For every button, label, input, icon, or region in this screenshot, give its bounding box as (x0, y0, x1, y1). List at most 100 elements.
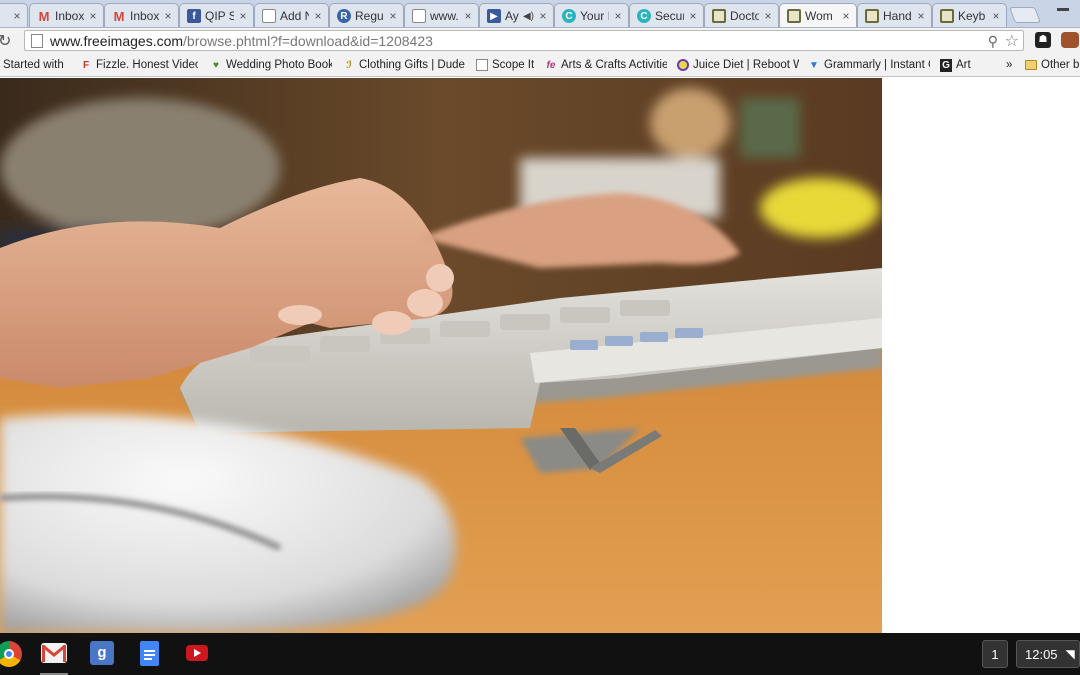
bookmark-other-bookmarks[interactable]: Other b (1025, 57, 1080, 73)
bookmark-scope-it[interactable]: Scope It (476, 57, 538, 73)
minimize-icon[interactable] (1057, 8, 1069, 11)
close-icon[interactable]: × (462, 9, 474, 23)
folder-icon (1025, 60, 1037, 70)
tab-0[interactable]: × (0, 3, 28, 27)
tab-title: Inbox (55, 9, 84, 23)
tab-title: Wom (805, 9, 833, 23)
url-text: www.freeimages.com/browse.phtml?f=downlo… (50, 33, 433, 49)
owl-extension-icon[interactable]: ☗ (1035, 32, 1051, 48)
clock-text: 12:05 (1025, 646, 1058, 662)
close-icon[interactable]: × (612, 9, 624, 23)
url-host: www.freeimages.com (50, 32, 184, 49)
close-icon[interactable]: × (762, 9, 774, 23)
notification-count-badge[interactable]: 1 (982, 640, 1008, 668)
bookmark-art[interactable]: G Art (940, 57, 980, 73)
gmail-icon[interactable] (41, 643, 67, 663)
stock-photo-hands-typing-keyboard[interactable] (0, 78, 882, 633)
tab-ay[interactable]: ▶ Ay ◀) × (479, 3, 554, 27)
address-bar[interactable]: www.freeimages.com/browse.phtml?f=downlo… (24, 30, 1024, 51)
tab-title: Keyb (958, 9, 986, 23)
tab-wom-active[interactable]: Wom × (779, 3, 857, 27)
close-icon[interactable]: × (687, 9, 699, 23)
close-icon[interactable]: × (387, 9, 399, 23)
tab-title: Ay (505, 9, 519, 23)
new-tab-button[interactable] (1009, 7, 1041, 23)
google-plus-icon[interactable]: g (90, 641, 114, 665)
close-icon[interactable]: × (840, 9, 852, 23)
bookmark-label: Clothing Gifts | Dude (359, 59, 465, 71)
tab-title: Add N (280, 9, 309, 23)
tab-title: Regul (355, 9, 384, 23)
facebook-icon: f (187, 9, 201, 23)
chrome-icon[interactable] (0, 641, 22, 667)
g-icon: G (940, 58, 952, 72)
bookmark-label: » (1006, 59, 1013, 71)
c-icon: C (637, 9, 651, 23)
bookmark-star-icon[interactable]: ☆ (1005, 31, 1019, 51)
bookmark-started-with[interactable]: Started with (3, 57, 69, 73)
tab-qip[interactable]: f QIP S × (179, 3, 254, 27)
bookmark-label: Started with (3, 59, 64, 71)
bookmark-label: Grammarly | Instant G (824, 59, 930, 71)
close-icon[interactable]: × (537, 9, 549, 23)
tab-secur[interactable]: C Secur × (629, 3, 704, 27)
bookmark-label: Art (956, 59, 971, 71)
clothing-icon: ℐ (346, 59, 352, 71)
tab-add[interactable]: Add N × (254, 3, 329, 27)
close-icon[interactable]: × (915, 9, 927, 23)
bookmark-juice-diet[interactable]: Juice Diet | Reboot W (677, 57, 799, 73)
reload-icon[interactable]: ↻ (0, 31, 11, 51)
close-icon[interactable]: × (237, 9, 249, 23)
bookmarks-overflow-chevron[interactable]: » (1006, 57, 1018, 73)
status-tray[interactable]: 12:05 ◥ (1016, 640, 1080, 668)
docs-icon[interactable] (140, 641, 159, 666)
tab-docto[interactable]: Docto × (704, 3, 779, 27)
wedding-icon: ♥ (213, 59, 219, 71)
bookmark-label: Fizzle. Honest Video (96, 59, 198, 71)
tab-keyb[interactable]: Keyb × (932, 3, 1007, 27)
regulator-icon: R (337, 9, 351, 23)
browser-toolbar: ↻ www.freeimages.com/browse.phtml?f=down… (0, 28, 1080, 53)
bookmark-arts-crafts[interactable]: fe Arts & Crafts Activitie (545, 57, 667, 73)
bookmark-label: Juice Diet | Reboot W (693, 59, 799, 71)
tab-title: Docto (730, 9, 759, 23)
close-icon[interactable]: × (11, 9, 23, 23)
wifi-icon: ◥ (1065, 647, 1075, 661)
bookmark-wedding[interactable]: ♥ Wedding Photo Book (210, 57, 332, 73)
close-icon[interactable]: × (162, 9, 174, 23)
tab-hand[interactable]: Hand × (857, 3, 932, 27)
page-content (0, 78, 1080, 633)
speaker-icon: ◀) (522, 10, 534, 22)
youtube-icon[interactable] (186, 645, 208, 661)
instagram-extension-icon[interactable] (1061, 32, 1079, 48)
close-icon[interactable]: × (87, 9, 99, 23)
close-icon[interactable]: × (312, 9, 324, 23)
c-icon: C (562, 9, 576, 23)
search-icon[interactable]: ⚲ (988, 33, 998, 50)
page-icon (412, 9, 426, 23)
fe-icon: fe (546, 59, 556, 71)
tab-inbox-2[interactable]: M Inbox × (104, 3, 179, 27)
system-shelf: g 1 12:05 ◥ (0, 633, 1080, 675)
tab-title: Hand (883, 9, 912, 23)
bookmark-label: Arts & Crafts Activitie (561, 59, 667, 71)
bookmark-label: Scope It (492, 59, 535, 71)
tab-title: Your I (580, 9, 609, 23)
bookmark-label: Wedding Photo Book (226, 59, 332, 71)
tab-title: Inbox (130, 9, 159, 23)
url-path: /browse.phtml?f=download&id=1208423 (183, 32, 433, 49)
tab-your[interactable]: C Your I × (554, 3, 629, 27)
bookmark-grammarly[interactable]: ▼ Grammarly | Instant G (808, 57, 930, 73)
tab-strip: × M Inbox × M Inbox × f QIP S × Add N × … (0, 0, 1080, 28)
tab-regul[interactable]: R Regul × (329, 3, 404, 27)
photo-icon (712, 9, 726, 23)
gmail-icon: M (113, 8, 125, 24)
bookmark-fizzle[interactable]: F Fizzle. Honest Video (80, 57, 198, 73)
bookmark-clothing[interactable]: ℐ Clothing Gifts | Dude (343, 57, 465, 73)
tab-www[interactable]: www. × (404, 3, 479, 27)
gmail-icon: M (38, 8, 50, 24)
tab-inbox-1[interactable]: M Inbox × (29, 3, 104, 27)
close-icon[interactable]: × (990, 9, 1002, 23)
photo-icon (865, 9, 879, 23)
photo-icon (940, 9, 954, 23)
